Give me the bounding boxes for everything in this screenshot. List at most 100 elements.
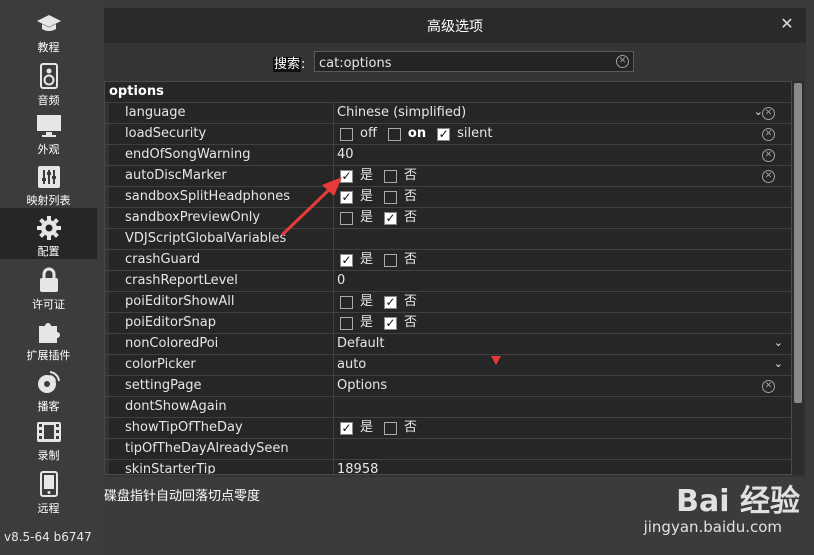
- column-divider: [333, 292, 334, 313]
- row-indent: [105, 334, 109, 355]
- option-row-language[interactable]: language Chinese (simplified) ⌄ ✕: [105, 102, 791, 124]
- yes-checkbox[interactable]: ✓: [340, 190, 353, 204]
- no-checkbox[interactable]: [384, 421, 398, 435]
- off-checkbox[interactable]: [340, 127, 353, 141]
- search-field[interactable]: ✕: [314, 51, 634, 73]
- options-grid: options language Chinese (simplified) ⌄ ✕ lo…: [104, 81, 792, 475]
- option-row-sandboxPreviewOnly[interactable]: sandboxPreviewOnly 是 ✓ 否: [105, 207, 791, 229]
- reset-icon[interactable]: ✕: [762, 128, 775, 141]
- reset-icon[interactable]: ✕: [762, 149, 775, 162]
- option-row-crashReportLevel[interactable]: crashReportLevel 0: [105, 270, 791, 292]
- option-value[interactable]: 是 ✓ 否: [337, 292, 425, 312]
- on-checkbox[interactable]: [387, 127, 401, 141]
- option-name: nonColoredPoi: [125, 336, 219, 351]
- option-value[interactable]: off on ✓ silent: [337, 124, 500, 144]
- dialog-title: 高级选项: [427, 19, 483, 35]
- option-value[interactable]: 18958: [337, 460, 378, 474]
- puzzle-icon: [36, 318, 62, 344]
- option-row-endOfSongWarning[interactable]: endOfSongWarning 40 ✕: [105, 144, 791, 166]
- no-checkbox[interactable]: [384, 169, 398, 183]
- option-name: tipOfTheDayAlreadySeen: [125, 441, 289, 456]
- sidebar-item-graduation-cap[interactable]: 教程: [0, 4, 97, 55]
- option-row-settingPage[interactable]: settingPage Options ✕: [105, 375, 791, 397]
- option-row-autoDiscMarker[interactable]: autoDiscMarker ✓ 是 否 ✕: [105, 165, 791, 187]
- option-value[interactable]: ✓ 是 否: [337, 418, 425, 438]
- sidebar-item-label: 外观: [37, 143, 60, 156]
- close-button[interactable]: ✕: [778, 15, 796, 33]
- yes-checkbox[interactable]: [340, 211, 353, 225]
- option-hint: 碟盘指针自动回落切点零度: [104, 489, 261, 504]
- option-row-skinStarterTip[interactable]: skinStarterTip 18958: [105, 459, 791, 474]
- reset-icon[interactable]: ✕: [762, 380, 775, 393]
- no-checkbox[interactable]: ✓: [384, 316, 398, 330]
- sidebar-item-podcast[interactable]: 播客: [0, 361, 97, 413]
- no-checkbox[interactable]: [384, 253, 398, 267]
- row-indent: [105, 271, 109, 292]
- search-input[interactable]: [315, 54, 613, 73]
- option-value[interactable]: ✓ 是 否: [337, 166, 425, 186]
- chevron-down-icon[interactable]: ⌄: [774, 357, 783, 370]
- reset-icon[interactable]: ✕: [762, 107, 775, 120]
- gear-icon: [36, 216, 62, 240]
- graduation-cap-icon: [36, 12, 62, 36]
- no-checkbox[interactable]: [384, 190, 398, 204]
- option-row-poiEditorSnap[interactable]: poiEditorSnap 是 ✓ 否: [105, 312, 791, 334]
- sidebar-item-gear[interactable]: 配置: [0, 208, 97, 259]
- row-indent: [105, 418, 109, 439]
- option-row-sandboxSplitHeadphones[interactable]: sandboxSplitHeadphones ✓ 是 否: [105, 186, 791, 208]
- scrollbar-thumb[interactable]: [794, 83, 802, 403]
- sidebar-item-speaker[interactable]: 音频: [0, 55, 97, 107]
- option-value[interactable]: 是 ✓ 否: [337, 313, 425, 333]
- sidebar-item-phone[interactable]: 远程: [0, 463, 97, 515]
- sidebar-item-lock[interactable]: 许可证: [0, 259, 97, 311]
- option-row-nonColoredPoi[interactable]: nonColoredPoi Default ⌄: [105, 333, 791, 355]
- option-value[interactable]: ✓ 是 否: [337, 250, 425, 270]
- option-value[interactable]: 40: [337, 145, 354, 165]
- option-value[interactable]: Default: [337, 334, 385, 354]
- reset-icon[interactable]: ✕: [762, 170, 775, 183]
- option-row-poiEditorShowAll[interactable]: poiEditorShowAll 是 ✓ 否: [105, 291, 791, 313]
- vertical-scrollbar[interactable]: [792, 81, 804, 475]
- sidebar-item-film[interactable]: 录制: [0, 412, 97, 463]
- chevron-down-icon[interactable]: ⌄: [774, 336, 783, 349]
- option-row-colorPicker[interactable]: colorPicker auto ⌄: [105, 354, 791, 376]
- column-divider: [333, 334, 334, 355]
- value-text: Default: [337, 336, 385, 351]
- sidebar-item-puzzle[interactable]: 扩展插件: [0, 310, 97, 362]
- yes-checkbox[interactable]: ✓: [340, 169, 353, 183]
- yes-checkbox[interactable]: [340, 316, 353, 330]
- podcast-icon: [36, 369, 62, 395]
- option-value[interactable]: ✓ 是 否: [337, 187, 425, 207]
- sidebar-item-label: 教程: [37, 41, 60, 54]
- option-row-VDJScriptGlobalVariables[interactable]: VDJScriptGlobalVariables: [105, 228, 791, 250]
- option-row-loadSecurity[interactable]: loadSecurity off on ✓ silent ✕: [105, 123, 791, 145]
- yes-checkbox[interactable]: [340, 295, 353, 309]
- option-name: language: [125, 105, 186, 120]
- advanced-options-dialog: 高级选项 ✕ 搜索: ✕ options language Chinese (si…: [104, 8, 806, 477]
- option-row-crashGuard[interactable]: crashGuard ✓ 是 否: [105, 249, 791, 271]
- no-label: 否: [404, 315, 418, 330]
- no-checkbox[interactable]: ✓: [384, 295, 398, 309]
- sidebar-item-sliders[interactable]: 映射列表: [0, 157, 97, 208]
- search-clear-icon[interactable]: ✕: [616, 55, 629, 68]
- option-row-showTipOfTheDay[interactable]: showTipOfTheDay ✓ 是 否: [105, 417, 791, 439]
- value-text: 40: [337, 147, 354, 162]
- option-value[interactable]: Chinese (simplified): [337, 103, 466, 123]
- option-value[interactable]: 是 ✓ 否: [337, 208, 425, 228]
- option-value[interactable]: Options: [337, 376, 387, 396]
- group-header: options: [105, 82, 791, 102]
- row-indent: [105, 124, 109, 145]
- option-value[interactable]: 0: [337, 271, 345, 291]
- yes-label: 是: [360, 210, 374, 225]
- sidebar-item-monitor[interactable]: 外观: [0, 106, 97, 157]
- dialog-titlebar: 高级选项 ✕: [104, 8, 806, 43]
- baidu-watermark: Bai 经验 jingyan.baidu.com: [600, 476, 800, 546]
- option-value[interactable]: auto: [337, 355, 366, 375]
- silent-checkbox[interactable]: ✓: [437, 127, 451, 141]
- option-name: poiEditorShowAll: [125, 294, 235, 309]
- no-checkbox[interactable]: ✓: [384, 211, 398, 225]
- yes-checkbox[interactable]: ✓: [340, 253, 353, 267]
- option-row-dontShowAgain[interactable]: dontShowAgain: [105, 396, 791, 418]
- option-row-tipOfTheDayAlreadySeen[interactable]: tipOfTheDayAlreadySeen: [105, 438, 791, 460]
- yes-checkbox[interactable]: ✓: [340, 421, 353, 435]
